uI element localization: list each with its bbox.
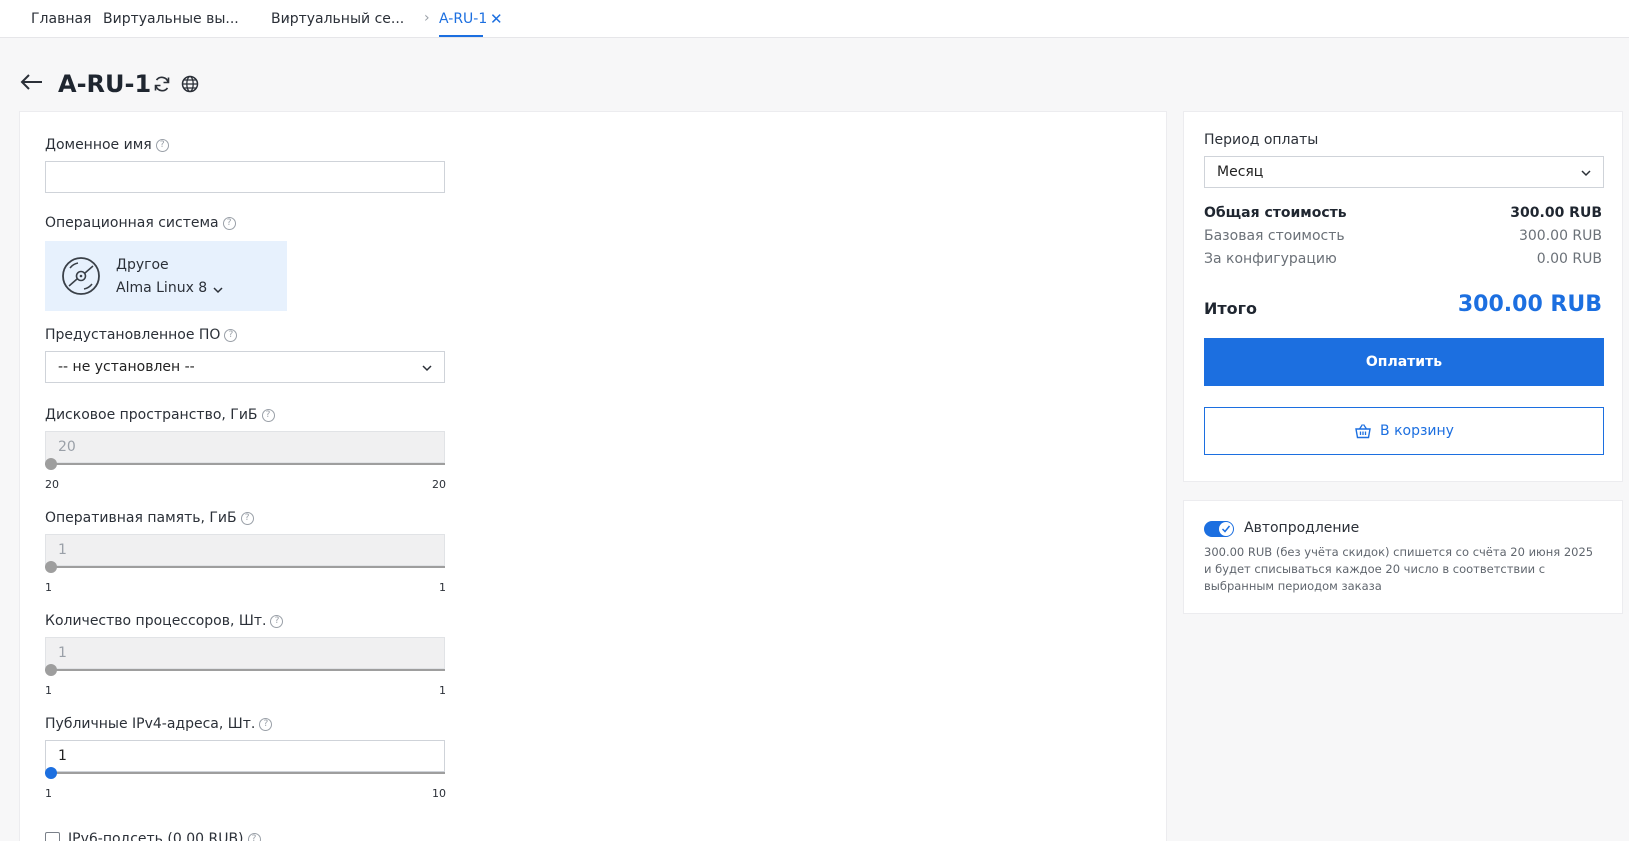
help-icon[interactable]: ?	[240, 511, 254, 525]
cpu-slider-handle[interactable]	[45, 664, 57, 676]
config-cost-label: За конфигурацию	[1204, 251, 1337, 267]
help-icon[interactable]: ?	[222, 216, 236, 230]
add-to-cart-button[interactable]: В корзину	[1204, 407, 1604, 455]
autorenew-toggle[interactable]	[1204, 521, 1234, 537]
disk-label: Дисковое пространство, ГиБ?	[45, 407, 275, 423]
cpu-max: 1	[439, 684, 446, 697]
order-summary-card: Период оплаты Месяц Общая стоимость 300.…	[1183, 111, 1623, 482]
base-cost-value: 300.00 RUB	[1518, 228, 1602, 244]
active-tab-indicator	[439, 35, 483, 37]
breadcrumb-virtual-server[interactable]: Виртуальный се...	[271, 11, 404, 27]
breadcrumb-home[interactable]: Главная	[31, 11, 91, 27]
help-icon[interactable]: ?	[247, 832, 261, 841]
pay-button[interactable]: Оплатить	[1204, 338, 1604, 386]
help-icon[interactable]: ?	[224, 328, 238, 342]
config-cost-value: 0.00 RUB	[1536, 251, 1602, 267]
software-select-value: -- не установлен --	[58, 359, 195, 375]
ipv4-label: Публичные IPv4-адреса, Шт.?	[45, 716, 273, 732]
check-icon	[1221, 525, 1231, 533]
add-to-cart-label: В корзину	[1380, 423, 1454, 439]
basket-icon	[1355, 424, 1371, 439]
software-select[interactable]: -- не установлен --	[45, 351, 445, 383]
help-icon[interactable]: ?	[155, 138, 169, 152]
os-label: Операционная система?	[45, 215, 236, 231]
pay-button-label: Оплатить	[1365, 354, 1443, 370]
period-label: Период оплаты	[1204, 132, 1319, 148]
disc-icon	[62, 257, 100, 295]
ram-slider-track[interactable]	[45, 566, 445, 568]
disk-slider-track[interactable]	[45, 463, 445, 465]
page-title: A-RU-1	[58, 70, 152, 98]
disk-max: 20	[432, 478, 446, 491]
breadcrumb-separator-icon: ›	[424, 10, 430, 26]
disk-slider-handle[interactable]	[45, 458, 57, 470]
disk-min: 20	[45, 478, 59, 491]
help-icon[interactable]: ?	[259, 717, 273, 731]
help-icon[interactable]: ?	[270, 614, 284, 628]
base-cost-label: Базовая стоимость	[1204, 228, 1345, 244]
ipv4-min: 1	[45, 787, 52, 800]
cpu-label: Количество процессоров, Шт.?	[45, 613, 284, 629]
chevron-down-icon	[422, 365, 432, 372]
period-select-value: Месяц	[1217, 164, 1264, 180]
refresh-icon[interactable]	[152, 74, 172, 94]
globe-icon[interactable]	[180, 74, 200, 94]
autorenew-card: Автопродление 300.00 RUB (без учёта скид…	[1183, 500, 1623, 614]
ipv4-max: 10	[432, 787, 446, 800]
period-select[interactable]: Месяц	[1204, 156, 1604, 188]
breadcrumb-bar: Главная Виртуальные вы... › Виртуальный …	[0, 0, 1629, 38]
ipv4-slider-track[interactable]	[45, 772, 445, 774]
grand-total-label: Итого	[1204, 299, 1258, 318]
autorenew-label: Автопродление	[1244, 520, 1360, 536]
ram-input	[45, 534, 445, 566]
os-selector-tile[interactable]: Другое Alma Linux 8	[45, 241, 287, 311]
total-cost-label: Общая стоимость	[1204, 205, 1347, 221]
os-version: Alma Linux 8	[116, 280, 208, 296]
domain-input[interactable]	[45, 161, 445, 193]
help-icon[interactable]: ?	[261, 408, 275, 422]
chevron-down-icon[interactable]	[213, 285, 223, 295]
disk-input	[45, 431, 445, 463]
total-cost-value: 300.00 RUB	[1510, 205, 1602, 221]
breadcrumb-virtual-vps[interactable]: Виртуальные вы...	[103, 11, 239, 27]
ram-min: 1	[45, 581, 52, 594]
ipv6-label: IPv6-подсеть (0.00 RUB)?	[68, 831, 261, 841]
ram-label: Оперативная память, ГиБ?	[45, 510, 254, 526]
ipv4-slider-handle[interactable]	[45, 767, 57, 779]
cpu-input	[45, 637, 445, 669]
cpu-slider-track[interactable]	[45, 669, 445, 671]
ram-max: 1	[439, 581, 446, 594]
breadcrumb-current-tab[interactable]: A-RU-1	[439, 11, 487, 27]
autorenew-description: 300.00 RUB (без учёта скидок) спишется с…	[1204, 545, 1594, 593]
os-name: Другое	[116, 257, 169, 273]
autorenew-toggle-knob	[1219, 522, 1233, 536]
domain-label: Доменное имя?	[45, 137, 169, 153]
ipv4-input[interactable]	[45, 740, 445, 772]
close-icon[interactable]: ✕	[490, 10, 503, 28]
configuration-card: Доменное имя? Операционная система? Друг…	[19, 111, 1167, 841]
chevron-down-icon	[1581, 170, 1591, 177]
cpu-min: 1	[45, 684, 52, 697]
back-arrow-icon[interactable]	[18, 68, 46, 96]
ipv6-checkbox[interactable]	[45, 832, 60, 841]
software-label: Предустановленное ПО?	[45, 327, 238, 343]
ram-slider-handle[interactable]	[45, 561, 57, 573]
grand-total-value: 300.00 RUB	[1457, 292, 1602, 317]
